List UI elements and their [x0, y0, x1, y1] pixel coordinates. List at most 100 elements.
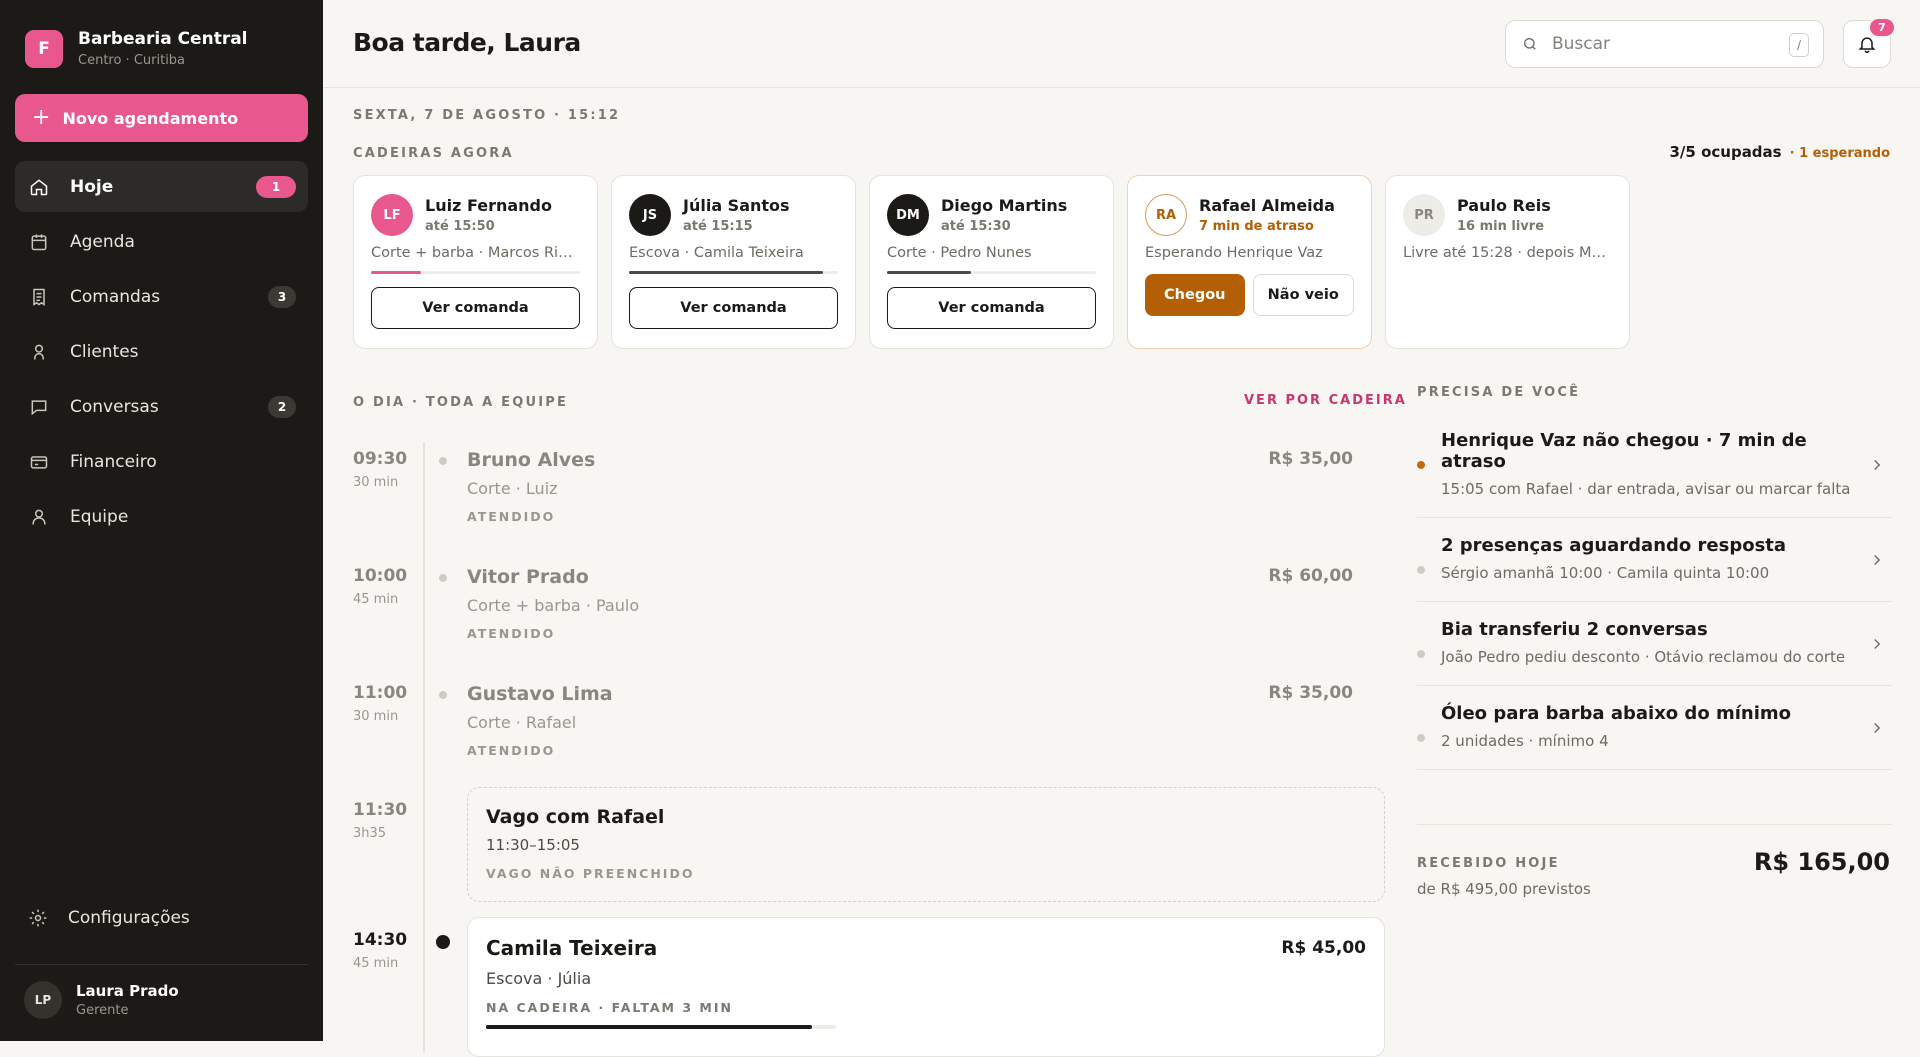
- timeline-line: [423, 442, 425, 1052]
- current-slot-dot: [436, 935, 450, 949]
- count-badge: 2: [268, 395, 296, 418]
- barber-name: Luiz Fernando: [425, 196, 552, 215]
- chair-card[interactable]: DM Diego Martins até 15:30 Corte · Pedro…: [869, 175, 1114, 349]
- need-title: Bia transferiu 2 conversas: [1441, 619, 1708, 640]
- slot-dot: [439, 691, 447, 699]
- chair-card-free[interactable]: PR Paulo Reis 16 min livre Livre até 15:…: [1385, 175, 1630, 349]
- count-badge: 3: [268, 285, 296, 308]
- brand[interactable]: F Barbearia Central Centro · Curitiba: [25, 29, 248, 68]
- sidebar-item-label: Equipe: [70, 506, 129, 527]
- search-input[interactable]: [1552, 34, 1782, 54]
- chairs-row: LF Luiz Fernando até 15:50 Corte + barba…: [353, 175, 1630, 349]
- sidebar-item-financeiro[interactable]: Financeiro: [15, 436, 308, 487]
- brand-location: Centro · Curitiba: [78, 53, 186, 68]
- slot-duration: 30 min: [353, 475, 399, 490]
- need-description: 2 unidades · mínimo 4: [1441, 732, 1609, 750]
- divider: [1417, 824, 1892, 825]
- slot-status: NA CADEIRA · FALTAM 3 MIN: [486, 1000, 733, 1015]
- view-by-chair-link[interactable]: VER POR CADEIRA: [1244, 393, 1407, 408]
- slot-service: Corte · Rafael: [467, 713, 577, 732]
- current-appointment-card[interactable]: Camila Teixeira Escova · Júlia NA CADEIR…: [467, 917, 1385, 1057]
- plus-icon: +: [32, 105, 51, 130]
- received-forecast: de R$ 495,00 previstos: [1417, 880, 1591, 898]
- slot-service: Corte + barba · Paulo: [467, 596, 640, 615]
- chair-service: Corte + barba · Marcos Ribeiro: [371, 245, 580, 261]
- avatar: JS: [629, 194, 671, 236]
- sidebar-divider: [15, 964, 308, 965]
- sidebar-item-agenda[interactable]: Agenda: [15, 216, 308, 267]
- delay-label: 7 min de atraso: [1199, 219, 1314, 234]
- chair-service: Corte · Pedro Nunes: [887, 245, 1032, 261]
- slot-price: R$ 35,00: [1268, 683, 1353, 703]
- status-dot: [1417, 734, 1425, 742]
- need-item[interactable]: Bia transferiu 2 conversas João Pedro pe…: [1417, 602, 1892, 686]
- chair-card[interactable]: JS Júlia Santos até 15:15 Escova · Camil…: [611, 175, 856, 349]
- slot-status: ATENDIDO: [467, 509, 556, 524]
- barber-name: Paulo Reis: [1457, 196, 1551, 215]
- main-content: SEXTA, 7 DE AGOSTO · 15:12 CADEIRAS AGOR…: [323, 88, 1920, 1057]
- sidebar-item-comandas[interactable]: Comandas 3: [15, 271, 308, 322]
- slot-time: 11:00: [353, 683, 408, 703]
- sidebar-item-equipe[interactable]: Equipe: [15, 491, 308, 542]
- chevron-right-icon: [1868, 635, 1886, 653]
- client-name: Vitor Prado: [467, 566, 589, 588]
- search-icon: [1524, 38, 1536, 50]
- sidebar-nav: Hoje 1 Agenda Comandas 3 Clientes Conver…: [15, 161, 308, 546]
- brand-name: Barbearia Central: [78, 29, 248, 49]
- sidebar-item-clientes[interactable]: Clientes: [15, 326, 308, 377]
- receipt-icon: [28, 286, 50, 308]
- settings-label: Configurações: [68, 908, 190, 928]
- empty-slot-card[interactable]: Vago com Rafael 11:30–15:05 VAGO NÃO PRE…: [467, 787, 1385, 902]
- person-icon: [28, 341, 50, 363]
- received-label: RECEBIDO HOJE: [1417, 856, 1560, 871]
- sidebar-item-hoje[interactable]: Hoje 1: [15, 161, 308, 212]
- home-icon: [28, 176, 50, 198]
- empty-slot-status: VAGO NÃO PREENCHIDO: [486, 866, 695, 881]
- needs-list: Henrique Vaz não chegou · 7 min de atras…: [1417, 413, 1892, 770]
- client-name: Bruno Alves: [467, 449, 596, 471]
- slot-time: 09:30: [353, 449, 408, 469]
- sidebar-item-label: Financeiro: [70, 451, 157, 472]
- new-appointment-button[interactable]: + Novo agendamento: [15, 94, 308, 142]
- chair-progress-fill: [371, 271, 422, 274]
- chevron-right-icon: [1868, 456, 1886, 474]
- need-item[interactable]: 2 presenças aguardando resposta Sérgio a…: [1417, 518, 1892, 602]
- top-header: Boa tarde, Laura / 7: [323, 0, 1920, 88]
- occupancy-busy: 3/5 ocupadas: [1669, 143, 1782, 161]
- slot-time: 10:00: [353, 566, 408, 586]
- view-ticket-button[interactable]: Ver comanda: [887, 287, 1096, 329]
- chat-icon: [28, 396, 50, 418]
- sidebar-item-configuracoes[interactable]: Configurações: [28, 908, 190, 928]
- sidebar-item-label: Clientes: [70, 341, 139, 362]
- no-show-button[interactable]: Não veio: [1252, 274, 1354, 316]
- arrived-button[interactable]: Chegou: [1145, 274, 1245, 316]
- need-title: Henrique Vaz não chegou · 7 min de atras…: [1441, 430, 1807, 472]
- chair-card-waiting[interactable]: RA Rafael Almeida 7 min de atraso Espera…: [1127, 175, 1372, 349]
- barber-name: Júlia Santos: [683, 196, 790, 215]
- needs-section-title: PRECISA DE VOCÊ: [1417, 385, 1581, 400]
- view-ticket-button[interactable]: Ver comanda: [371, 287, 580, 329]
- occupancy-summary: 3/5 ocupadas · 1 esperando: [1670, 143, 1891, 161]
- avatar: LP: [24, 981, 62, 1019]
- notifications-button[interactable]: 7: [1843, 17, 1896, 68]
- chair-card[interactable]: LF Luiz Fernando até 15:50 Corte + barba…: [353, 175, 598, 349]
- sidebar-item-conversas[interactable]: Conversas 2: [15, 381, 308, 432]
- user-menu[interactable]: LP Laura Prado Gerente: [24, 981, 179, 1019]
- barber-name: Diego Martins: [941, 196, 1068, 215]
- count-badge: 1: [256, 175, 296, 198]
- need-item[interactable]: Óleo para barba abaixo do mínimo 2 unida…: [1417, 686, 1892, 770]
- need-description: 15:05 com Rafael · dar entrada, avisar o…: [1441, 480, 1851, 498]
- page-title: Boa tarde, Laura: [353, 28, 581, 57]
- chair-progress-bar: [887, 271, 1096, 274]
- need-title: 2 presenças aguardando resposta: [1441, 535, 1787, 556]
- new-appointment-label: Novo agendamento: [62, 108, 239, 128]
- chair-until: até 15:50: [425, 219, 495, 234]
- occupancy-waiting: · 1 esperando: [1789, 146, 1890, 161]
- notifications-badge: 7: [1868, 17, 1896, 38]
- search-box[interactable]: /: [1505, 20, 1824, 68]
- need-item[interactable]: Henrique Vaz não chegou · 7 min de atras…: [1417, 413, 1892, 518]
- avatar: DM: [887, 194, 929, 236]
- chair-until: até 15:30: [941, 219, 1011, 234]
- search-shortcut-hint: /: [1789, 33, 1809, 57]
- view-ticket-button[interactable]: Ver comanda: [629, 287, 838, 329]
